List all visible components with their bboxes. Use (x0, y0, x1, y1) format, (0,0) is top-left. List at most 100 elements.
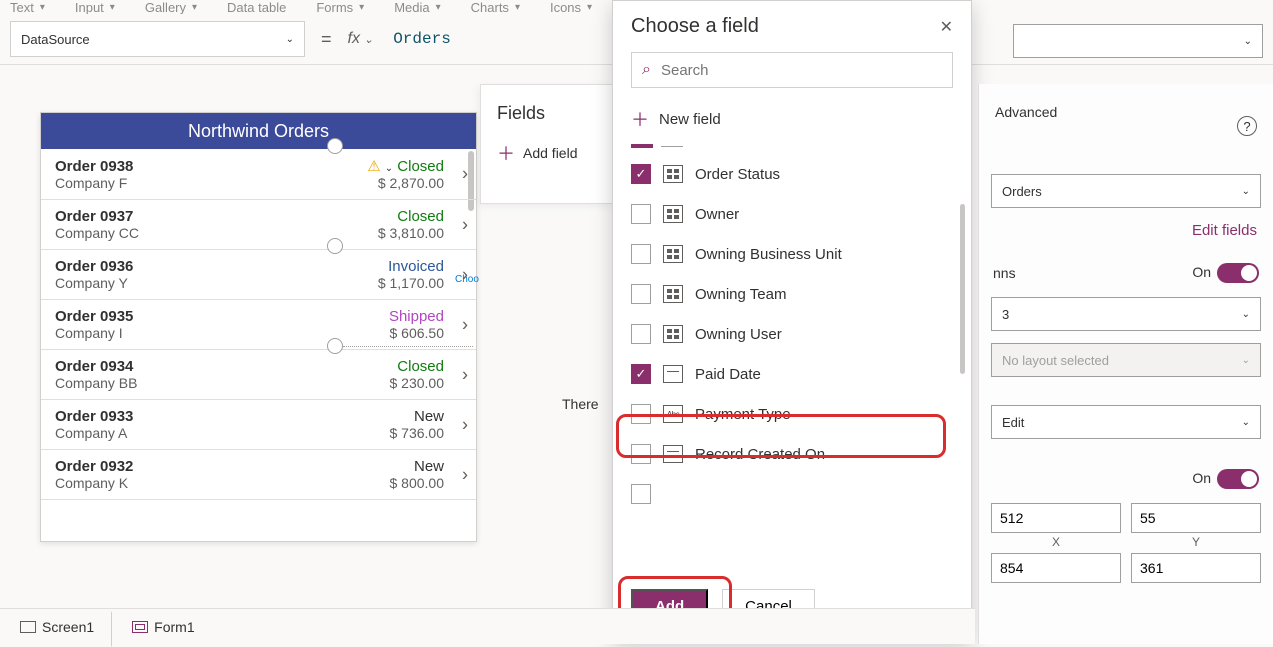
add-field-button[interactable]: ＋ Add field (481, 132, 615, 174)
checkbox[interactable] (631, 404, 651, 424)
field-item-paid-date[interactable]: ✓Paid Date (613, 354, 971, 394)
checkbox[interactable] (631, 324, 651, 344)
guide-line (343, 346, 473, 347)
order-amount: $ 2,870.00 (367, 175, 444, 191)
chevron-right-icon[interactable]: › (462, 464, 468, 485)
gallery-row[interactable]: Order 0932Company K New$ 800.00 › (41, 450, 476, 500)
snap-toggle[interactable] (1217, 263, 1259, 283)
chevron-right-icon[interactable]: › (462, 414, 468, 435)
checkbox-checked[interactable]: ✓ (631, 164, 651, 184)
columns-label: nns (993, 265, 1016, 281)
tb-media[interactable]: Media ▾ (394, 0, 440, 14)
gallery-row[interactable]: Order 0933Company A New$ 736.00 › (41, 400, 476, 450)
form-tab[interactable]: Form1 (122, 615, 204, 639)
chevron-right-icon[interactable]: › (462, 164, 468, 185)
fields-panel: Fields ＋ Add field (480, 84, 615, 204)
field-item[interactable]: AbcPayment Type (613, 394, 971, 434)
checkbox[interactable] (631, 484, 651, 504)
screen-icon (20, 621, 36, 633)
chevron-down-icon: ⌄ (286, 34, 294, 45)
date-icon (663, 445, 683, 463)
gallery-row[interactable]: Order 0936Company Y Invoiced$ 1,170.00 › (41, 250, 476, 300)
tb-input[interactable]: Input ▾ (75, 0, 115, 14)
checkbox-checked[interactable]: ✓ (631, 364, 651, 384)
breadcrumb-bar: Screen1 Form1 (0, 608, 975, 644)
height-input[interactable] (1131, 553, 1261, 583)
lookup-icon (663, 285, 683, 303)
order-company: Company F (55, 175, 367, 191)
text-icon: Abc (663, 405, 683, 423)
field-item[interactable]: ✓Order Status (613, 154, 971, 194)
edit-fields-link[interactable]: Edit fields (991, 208, 1261, 253)
tb-forms[interactable]: Forms ▾ (316, 0, 364, 14)
x-input[interactable] (991, 503, 1121, 533)
help-icon[interactable]: ? (1237, 116, 1257, 136)
layout-dropdown[interactable]: No layout selected⌄ (991, 343, 1261, 377)
field-item[interactable]: Owning Business Unit (613, 234, 971, 274)
chevron-right-icon[interactable]: › (462, 314, 468, 335)
field-list: ✓Order Status Owner Owning Business Unit… (613, 148, 971, 573)
mode-dropdown[interactable]: Edit⌄ (991, 405, 1261, 439)
orders-gallery[interactable]: Order 0938Company F ⚠⌄ Closed$ 2,870.00 … (41, 149, 476, 541)
properties-panel: ? Advanced Orders⌄ Edit fields nns On 3⌄… (978, 84, 1273, 644)
tb-charts[interactable]: Charts ▾ (471, 0, 520, 14)
choose-title: Choose a field (631, 15, 759, 38)
lookup-icon (663, 325, 683, 343)
fields-title: Fields (481, 85, 615, 132)
app-title-bar: Northwind Orders (41, 113, 476, 149)
right-dropdown[interactable]: ⌄ (1013, 24, 1263, 58)
lookup-icon (663, 165, 683, 183)
new-field-button[interactable]: ＋ New field (613, 98, 971, 140)
search-input[interactable] (661, 62, 942, 79)
gallery-row[interactable]: Order 0934Company BB Closed$ 230.00 › (41, 350, 476, 400)
tb-icons[interactable]: Icons ▾ (550, 0, 592, 14)
scrollbar-thumb[interactable] (960, 204, 965, 374)
search-box[interactable]: ⌕ (631, 52, 953, 88)
field-item[interactable]: Owning User (613, 314, 971, 354)
width-input[interactable] (991, 553, 1121, 583)
field-item[interactable]: Owner (613, 194, 971, 234)
property-dropdown[interactable]: DataSource ⌄ (10, 21, 305, 57)
screen-tab[interactable]: Screen1 (10, 615, 104, 639)
chevron-down-icon: ⌄ (364, 33, 373, 46)
gallery-row[interactable]: Order 0935Company I Shipped$ 606.50 › (41, 300, 476, 350)
app-canvas[interactable]: Northwind Orders Order 0938Company F ⚠⌄ … (40, 112, 477, 542)
visible-toggle[interactable] (1217, 469, 1259, 489)
resize-handle[interactable] (327, 338, 343, 354)
order-title: Order 0938 (55, 158, 367, 175)
property-name: DataSource (21, 32, 90, 47)
gallery-row[interactable]: Order 0937Company CC Closed$ 3,810.00 › (41, 200, 476, 250)
search-icon: ⌕ (642, 61, 651, 79)
choose-field-popup: Choose a field ✕ ⌕ ＋ New field ✓Order St… (612, 0, 972, 640)
position-row: X Y (991, 503, 1261, 549)
fx-label[interactable]: fx⌄ (348, 30, 374, 48)
lookup-icon (663, 245, 683, 263)
datasource-dropdown[interactable]: Orders⌄ (991, 174, 1261, 208)
order-status: ⚠⌄ Closed (367, 157, 444, 175)
equals-sign: = (321, 29, 332, 50)
resize-handle[interactable] (327, 138, 343, 154)
resize-handle[interactable] (327, 238, 343, 254)
checkbox[interactable] (631, 444, 651, 464)
lookup-icon (663, 205, 683, 223)
tb-gallery[interactable]: Gallery ▾ (145, 0, 197, 14)
checkbox[interactable] (631, 204, 651, 224)
advanced-tab[interactable]: Advanced (991, 84, 1261, 130)
chevron-right-icon[interactable]: › (462, 214, 468, 235)
plus-icon: ＋ (497, 140, 515, 166)
chevron-right-icon[interactable]: › (462, 364, 468, 385)
tb-text[interactable]: Text ▾ (10, 0, 45, 14)
tb-datatable[interactable]: Data table (227, 0, 286, 14)
formula-value[interactable]: Orders (383, 30, 451, 48)
field-item[interactable]: Owning Team (613, 274, 971, 314)
close-icon[interactable]: ✕ (940, 17, 953, 37)
date-icon (663, 365, 683, 383)
checkbox[interactable] (631, 284, 651, 304)
gallery-row[interactable]: Order 0938Company F ⚠⌄ Closed$ 2,870.00 … (41, 149, 476, 200)
field-item[interactable]: Record Created On (613, 434, 971, 474)
form-icon (132, 621, 148, 633)
y-input[interactable] (1131, 503, 1261, 533)
checkbox[interactable] (631, 244, 651, 264)
field-item[interactable] (613, 474, 971, 514)
columns-dropdown[interactable]: 3⌄ (991, 297, 1261, 331)
